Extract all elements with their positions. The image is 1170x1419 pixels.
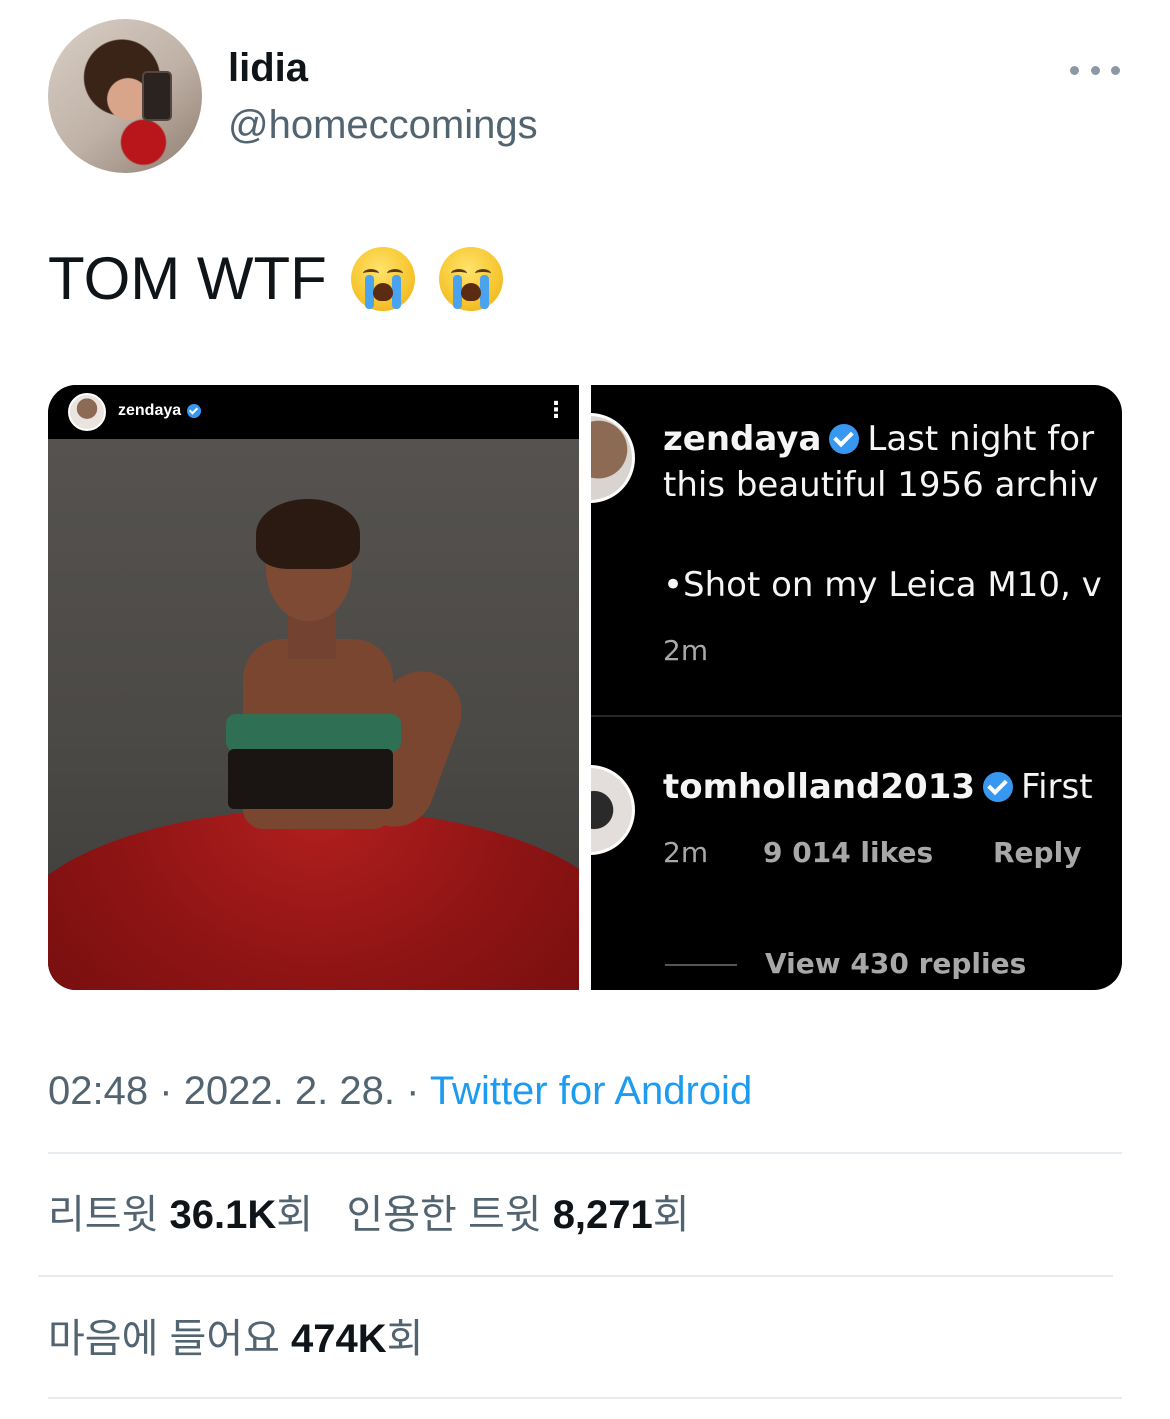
dot <box>1111 65 1120 75</box>
bodice-green <box>226 714 401 752</box>
divider <box>48 1152 1122 1154</box>
comment2-time: 2m <box>663 836 709 869</box>
replies-line <box>665 964 737 966</box>
verified-badge-icon <box>983 772 1014 802</box>
comment1-line3: •Shot on my Leica M10, v <box>663 565 1102 605</box>
hair <box>256 499 360 569</box>
verified-badge-icon <box>829 424 860 454</box>
tweet-text: TOM WTF <box>48 244 503 314</box>
media-image-right[interactable]: zendaya Last night for this beautiful 195… <box>591 385 1122 990</box>
comment2-reply: Reply <box>993 836 1082 869</box>
verified-badge-icon <box>187 403 202 418</box>
quotes-stat[interactable]: 인용한 트윗 8,271회 <box>346 1193 689 1237</box>
comment1-line1: zendaya Last night for <box>663 419 1095 459</box>
separator: · <box>406 1069 420 1113</box>
ig-menu-icon: ⋮ <box>545 397 567 422</box>
tweet-date[interactable]: 2022. 2. 28. <box>184 1069 395 1113</box>
loudly-crying-face-emoji-icon <box>350 247 415 311</box>
likes-stat[interactable]: 마음에 들어요 474K회 <box>48 1314 423 1364</box>
divider <box>48 1397 1122 1399</box>
red-skirt <box>48 809 579 990</box>
separator: · <box>159 1069 173 1113</box>
loudly-crying-face-emoji-icon <box>438 247 503 311</box>
source-link[interactable]: Twitter for Android <box>430 1069 752 1113</box>
comment1-line2: this beautiful 1956 archiv <box>663 465 1099 505</box>
dot <box>1070 65 1079 75</box>
comment-avatar-zendaya <box>591 413 635 503</box>
view-replies: View 430 replies <box>765 947 1027 980</box>
ig-avatar <box>68 393 106 431</box>
bodice-black <box>228 749 393 809</box>
author-avatar[interactable] <box>48 19 202 173</box>
portrait-photo <box>48 439 579 990</box>
comment1-time: 2m <box>663 634 709 667</box>
ig-username: zendaya <box>118 399 202 423</box>
tweet-media-grid: zendaya ⋮ zendaya Last night for this bea… <box>48 385 1122 990</box>
dot <box>1090 65 1100 75</box>
phone-in-photo <box>142 71 172 121</box>
media-image-left[interactable]: zendaya ⋮ <box>48 385 579 990</box>
author-handle[interactable]: @homeccomings <box>228 100 538 150</box>
tweet-timestamp: 02:48 · 2022. 2. 28. · Twitter for Andro… <box>48 1066 752 1116</box>
comment-divider <box>591 715 1122 717</box>
tweet-time[interactable]: 02:48 <box>48 1069 148 1113</box>
more-options-icon[interactable] <box>1070 55 1120 85</box>
tweet-text-content: TOM WTF <box>48 245 327 312</box>
comment2-likes: 9 014 likes <box>763 836 934 869</box>
comment-avatar-tomholland <box>591 765 635 855</box>
retweet-quote-stats: 리트윗 36.1K회 인용한 트윗 8,271회 <box>48 1190 690 1240</box>
author-display-name[interactable]: lidia <box>228 43 308 93</box>
divider <box>38 1275 1113 1277</box>
instagram-header-bar: zendaya ⋮ <box>48 385 579 439</box>
comment2-line1: tomholland2013 First <box>663 767 1093 807</box>
retweets-stat[interactable]: 리트윗 36.1K회 <box>48 1193 313 1237</box>
